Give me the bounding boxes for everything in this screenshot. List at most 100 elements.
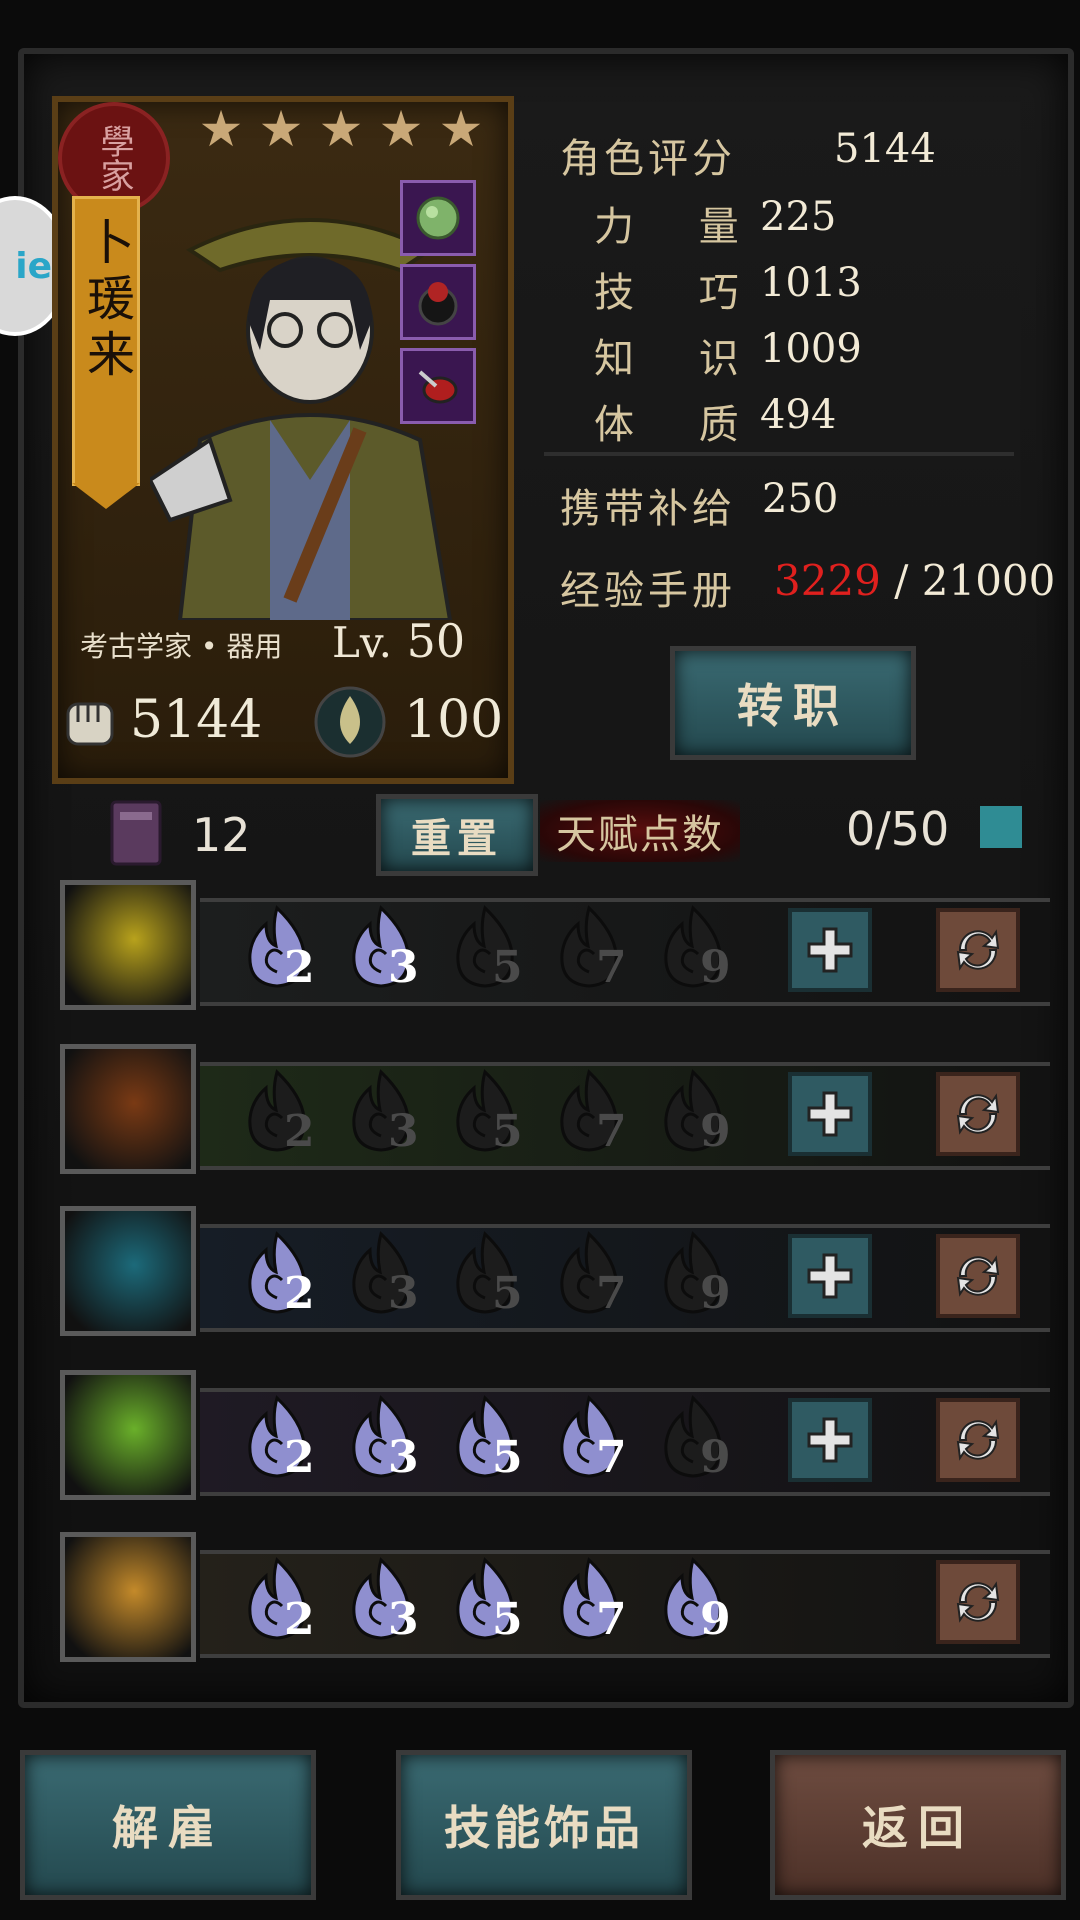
- skill-level-number: 7: [596, 1594, 627, 1645]
- constitution-value: 494: [760, 392, 837, 438]
- upgrade-skill-button[interactable]: [788, 908, 872, 992]
- skill-level-number: 9: [700, 1268, 731, 1319]
- reset-talent-button[interactable]: 重置: [376, 794, 538, 876]
- plus-icon: [807, 1091, 853, 1137]
- name-banner: 卜瑗来: [72, 196, 140, 486]
- skill-level-number: 2: [284, 1432, 315, 1483]
- strength-value: 225: [760, 194, 837, 240]
- upgrade-skill-button[interactable]: [788, 1398, 872, 1482]
- exp-label: 经验手册: [560, 568, 736, 614]
- skill-level-pip: 5: [440, 1392, 540, 1492]
- skill-level-pip: 7: [544, 1392, 644, 1492]
- dismiss-button[interactable]: 解雇: [20, 1750, 316, 1900]
- exp-current: 3229: [774, 556, 881, 605]
- swap-skill-button[interactable]: [936, 1072, 1020, 1156]
- skill-level-pip: 3: [336, 1554, 436, 1654]
- skill-level-number: 5: [492, 1106, 523, 1157]
- score-row: 角色评分: [560, 126, 736, 184]
- swap-arrows-icon: [956, 929, 1000, 971]
- exp-max: / 21000: [894, 556, 1056, 605]
- fire-fist-skill-icon[interactable]: [60, 1044, 196, 1174]
- score-label: 角色评分: [560, 136, 736, 182]
- level-prefix: Lv.: [332, 618, 392, 667]
- skill-level-number: 3: [388, 942, 419, 993]
- swap-skill-button[interactable]: [936, 1234, 1020, 1318]
- upgrade-skill-button[interactable]: [788, 1234, 872, 1318]
- back-button[interactable]: 返回: [770, 1750, 1066, 1900]
- talent-gem-icon: [980, 806, 1022, 848]
- strength-label: 力 量: [594, 204, 765, 250]
- grab-skill-icon[interactable]: [60, 1370, 196, 1500]
- banner-tip: [72, 483, 140, 509]
- trinket-slot-1[interactable]: [400, 180, 476, 256]
- red-skull-trinket-icon: [418, 282, 458, 326]
- skill-level-pip: 7: [544, 1228, 644, 1328]
- talent-book-count: 12: [192, 808, 251, 862]
- red-beetle-trinket-icon: [418, 370, 458, 404]
- skill-level-pip: 7: [544, 902, 644, 1002]
- skill-level-pip: 3: [336, 1066, 436, 1166]
- side-badge-text: ie: [15, 245, 52, 287]
- swap-arrows-icon: [956, 1419, 1000, 1461]
- skill-level-number: 5: [492, 942, 523, 993]
- skill-trinket-button[interactable]: 技能饰品: [396, 1750, 692, 1900]
- talent-points-value: 0/50: [846, 802, 950, 856]
- talent-points-label: 天赋点数: [540, 800, 740, 862]
- skill-level-number: 2: [284, 1268, 315, 1319]
- swap-skill-button[interactable]: [936, 908, 1020, 992]
- skill-level-number: 9: [700, 1106, 731, 1157]
- skill-level-number: 5: [492, 1432, 523, 1483]
- knowledge-label: 知 识: [594, 336, 765, 382]
- skill-level-number: 2: [284, 942, 315, 993]
- skill-row: 2 3 5 7 9: [60, 1206, 1050, 1336]
- skill-level-number: 7: [596, 1432, 627, 1483]
- fury-skill-icon[interactable]: [60, 1532, 196, 1662]
- trinket-slot-3[interactable]: [400, 348, 476, 424]
- trinket-slot-2[interactable]: [400, 264, 476, 340]
- skill-level-pip: 2: [232, 1554, 332, 1654]
- skill-level-pip: 9: [648, 902, 748, 1002]
- skill-level-pip: 5: [440, 902, 540, 1002]
- skill-level-pip: 9: [648, 1392, 748, 1492]
- skill-level-pip: 3: [336, 1392, 436, 1492]
- slash-skill-icon[interactable]: [60, 880, 196, 1010]
- job-change-button[interactable]: 转职: [670, 646, 916, 760]
- plus-icon: [807, 1253, 853, 1299]
- skill-level-pip: 9: [648, 1066, 748, 1166]
- skill-level-number: 3: [388, 1594, 419, 1645]
- supply-value: 250: [762, 476, 839, 522]
- green-orb-trinket-icon: [416, 196, 460, 240]
- stress-drop-icon: [314, 686, 386, 758]
- skill-level-number: 3: [388, 1268, 419, 1319]
- star-rating: ★ ★ ★ ★ ★: [196, 104, 486, 154]
- shadow-skill-icon[interactable]: [60, 1206, 196, 1336]
- skill-level-pip: 5: [440, 1554, 540, 1654]
- exp-display: 3229 / 21000: [774, 556, 1055, 605]
- swap-skill-button[interactable]: [936, 1560, 1020, 1644]
- skill-level-pip: 9: [648, 1554, 748, 1654]
- stress-value: 100: [404, 690, 504, 750]
- upgrade-skill-button[interactable]: [788, 1072, 872, 1156]
- power-value: 5144: [130, 690, 263, 750]
- skill-level-number: 9: [700, 1432, 731, 1483]
- swap-arrows-icon: [956, 1093, 1000, 1135]
- level-display: Lv. 50: [332, 614, 465, 668]
- swap-skill-button[interactable]: [936, 1398, 1020, 1482]
- skill-level-number: 7: [596, 1106, 627, 1157]
- star-icon: ★: [198, 100, 244, 158]
- class-label: 考古学家 • 器用: [80, 630, 283, 663]
- skill-level-pip: 2: [232, 1066, 332, 1166]
- skill-level-pip: 7: [544, 1554, 644, 1654]
- swap-arrows-icon: [956, 1255, 1000, 1297]
- level-value: 50: [406, 614, 466, 668]
- skill-level-number: 5: [492, 1594, 523, 1645]
- skill-label: 技 巧: [594, 270, 765, 316]
- skill-level-number: 3: [388, 1106, 419, 1157]
- star-icon: ★: [438, 100, 484, 158]
- skill-level-pip: 3: [336, 902, 436, 1002]
- skill-level-number: 5: [492, 1268, 523, 1319]
- skill-level-number: 2: [284, 1106, 315, 1157]
- fist-icon: [66, 702, 114, 746]
- skill-row: 2 3 5 7 9: [60, 1370, 1050, 1500]
- skill-level-number: 2: [284, 1594, 315, 1645]
